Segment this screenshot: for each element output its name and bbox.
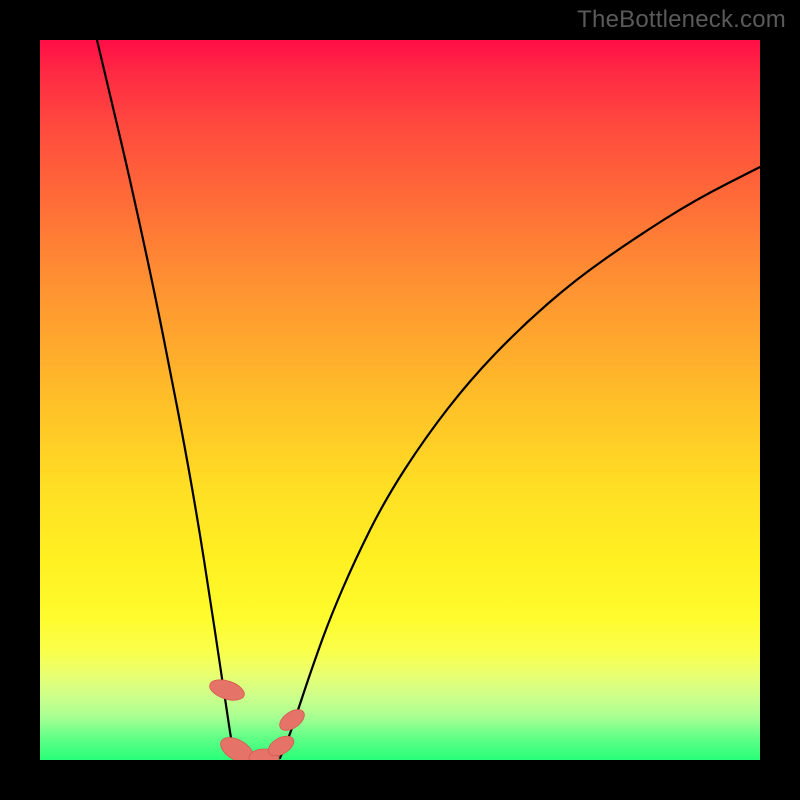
curve-left-branch xyxy=(97,40,234,758)
plot-area xyxy=(40,40,760,760)
curve-layer xyxy=(40,40,760,760)
curve-right-branch xyxy=(280,167,760,758)
curve-markers xyxy=(207,676,308,760)
watermark-text: TheBottleneck.com xyxy=(577,6,786,34)
chart-frame: TheBottleneck.com xyxy=(0,0,800,800)
curve-marker xyxy=(207,676,247,704)
